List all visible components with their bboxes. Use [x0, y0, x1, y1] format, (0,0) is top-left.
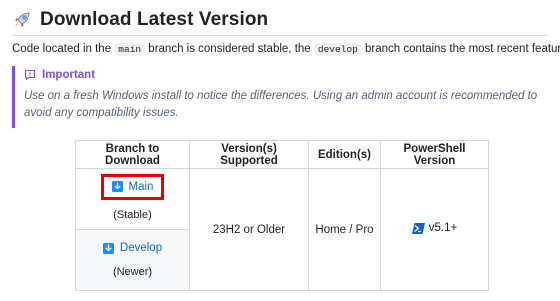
develop-link-label: Develop: [119, 242, 163, 255]
download-icon: [102, 242, 114, 254]
versions-table: Branch to Download Version(s) Supported …: [75, 140, 489, 291]
callout-body: Use on a fresh Windows install to notice…: [24, 90, 538, 119]
powershell-cell: v5.1+: [380, 168, 489, 291]
callout-title: Important: [42, 69, 96, 81]
table-header-row: Branch to Download Version(s) Supported …: [75, 140, 489, 169]
versions-cell: 23H2 or Older: [189, 168, 309, 291]
page-title: Download Latest Version: [40, 8, 269, 30]
intro-middle: branch is considered stable, the: [145, 43, 314, 55]
highlight-box: Main: [100, 173, 165, 200]
header-editions: Edition(s): [308, 140, 381, 169]
powershell-version-label: v5.1+: [428, 222, 458, 235]
header-powershell: PowerShell Version: [380, 140, 489, 169]
download-icon: [111, 181, 123, 192]
section-heading: Download Latest Version: [12, 4, 548, 36]
main-branch-note: (Stable): [113, 208, 152, 221]
report-icon: [24, 69, 36, 81]
main-branch-cell: Main (Stable): [75, 168, 190, 230]
intro-prefix: Code located in the: [12, 43, 115, 55]
intro-text: Code located in the main branch is consi…: [12, 41, 560, 58]
develop-branch-cell: Develop (Newer): [75, 229, 190, 291]
main-branch-code: main: [114, 43, 146, 56]
develop-download-link[interactable]: Develop: [102, 242, 163, 255]
intro-suffix: branch contains the most recent features…: [361, 43, 560, 55]
header-branch: Branch to Download: [75, 140, 190, 169]
editions-cell: Home / Pro: [308, 168, 381, 291]
powershell-version: v5.1+: [411, 222, 458, 235]
powershell-icon: [411, 222, 425, 234]
main-download-link[interactable]: Main: [111, 180, 154, 193]
develop-branch-note: (Newer): [112, 265, 153, 278]
develop-branch-code: develop: [313, 43, 362, 56]
table-row: Main (Stable) 23H2 or Older Home / Pro v…: [75, 168, 489, 291]
main-link-label: Main: [128, 180, 154, 193]
rocket-icon: [12, 10, 32, 30]
callout-header: Important: [24, 69, 548, 81]
important-callout: Important Use on a fresh Windows install…: [12, 66, 548, 128]
header-versions: Version(s) Supported: [189, 140, 309, 169]
